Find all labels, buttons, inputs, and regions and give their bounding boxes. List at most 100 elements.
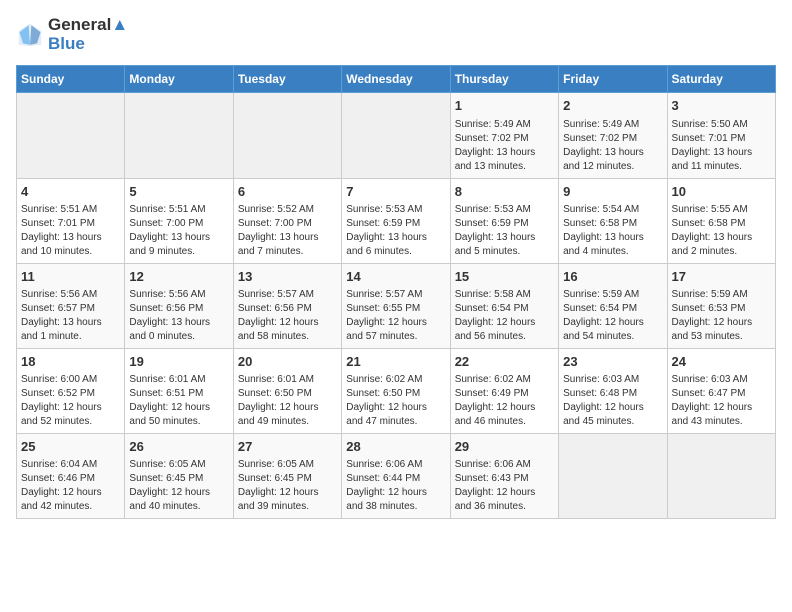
calendar-cell: 9 Sunrise: 5:54 AM Sunset: 6:58 PM Daylig… (559, 178, 667, 263)
day-number: 3 (672, 97, 771, 115)
day-number: 28 (346, 438, 445, 456)
day-number: 8 (455, 183, 554, 201)
day-number: 21 (346, 353, 445, 371)
calendar-cell: 19Sunrise: 6:01 AM Sunset: 6:51 PM Dayli… (125, 348, 233, 433)
calendar-cell: 22Sunrise: 6:02 AM Sunset: 6:49 PM Dayli… (450, 348, 558, 433)
day-info: Sunrise: 6:01 AM Sunset: 6:50 PM Dayligh… (238, 373, 337, 429)
calendar-cell (233, 93, 341, 178)
calendar-cell (125, 93, 233, 178)
calendar-cell: 8 Sunrise: 5:53 AM Sunset: 6:59 PM Daylig… (450, 178, 558, 263)
day-number: 10 (672, 183, 771, 201)
calendar-week-row: 25 Sunrise: 6:04 AM Sunset: 6:46 PM Dayli… (17, 434, 776, 519)
day-info: Sunrise: 5:52 AM Sunset: 7:00 PM Dayligh… (238, 203, 337, 259)
calendar-cell: 14Sunrise: 5:57 AM Sunset: 6:55 PM Dayli… (342, 263, 450, 348)
day-info: Sunrise: 5:53 AM Sunset: 6:59 PM Dayligh… (455, 203, 554, 259)
calendar-cell: 20 Sunrise: 6:01 AM Sunset: 6:50 PM Dayli… (233, 348, 341, 433)
day-info: Sunrise: 5:51 AM Sunset: 7:01 PM Dayligh… (21, 203, 120, 259)
calendar-cell: 1 Sunrise: 5:49 AM Sunset: 7:02 PM Daylig… (450, 93, 558, 178)
calendar-week-row: 4 Sunrise: 5:51 AM Sunset: 7:01 PM Daylig… (17, 178, 776, 263)
day-number: 20 (238, 353, 337, 371)
day-info: Sunrise: 6:06 AM Sunset: 6:44 PM Dayligh… (346, 458, 445, 514)
calendar-cell: 4 Sunrise: 5:51 AM Sunset: 7:01 PM Daylig… (17, 178, 125, 263)
calendar-cell: 5 Sunrise: 5:51 AM Sunset: 7:00 PM Daylig… (125, 178, 233, 263)
day-info: Sunrise: 5:57 AM Sunset: 6:55 PM Dayligh… (346, 288, 445, 344)
calendar-cell: 23 Sunrise: 6:03 AM Sunset: 6:48 PM Dayli… (559, 348, 667, 433)
calendar-header-row: SundayMondayTuesdayWednesdayThursdayFrid… (17, 66, 776, 93)
day-info: Sunrise: 5:58 AM Sunset: 6:54 PM Dayligh… (455, 288, 554, 344)
calendar-week-row: 18 Sunrise: 6:00 AM Sunset: 6:52 PM Dayli… (17, 348, 776, 433)
calendar-cell: 27Sunrise: 6:05 AM Sunset: 6:45 PM Dayli… (233, 434, 341, 519)
col-header-tuesday: Tuesday (233, 66, 341, 93)
calendar-cell: 7 Sunrise: 5:53 AM Sunset: 6:59 PM Daylig… (342, 178, 450, 263)
day-info: Sunrise: 5:50 AM Sunset: 7:01 PM Dayligh… (672, 118, 771, 174)
day-info: Sunrise: 5:59 AM Sunset: 6:54 PM Dayligh… (563, 288, 662, 344)
day-info: Sunrise: 5:49 AM Sunset: 7:02 PM Dayligh… (455, 118, 554, 174)
day-info: Sunrise: 5:57 AM Sunset: 6:56 PM Dayligh… (238, 288, 337, 344)
calendar-week-row: 1 Sunrise: 5:49 AM Sunset: 7:02 PM Daylig… (17, 93, 776, 178)
day-info: Sunrise: 5:53 AM Sunset: 6:59 PM Dayligh… (346, 203, 445, 259)
day-info: Sunrise: 6:05 AM Sunset: 6:45 PM Dayligh… (238, 458, 337, 514)
day-number: 12 (129, 268, 228, 286)
day-number: 25 (21, 438, 120, 456)
day-info: Sunrise: 6:02 AM Sunset: 6:50 PM Dayligh… (346, 373, 445, 429)
col-header-thursday: Thursday (450, 66, 558, 93)
day-number: 17 (672, 268, 771, 286)
day-number: 9 (563, 183, 662, 201)
calendar-table: SundayMondayTuesdayWednesdayThursdayFrid… (16, 65, 776, 519)
calendar-cell: 16 Sunrise: 5:59 AM Sunset: 6:54 PM Dayli… (559, 263, 667, 348)
page-header: General▲ Blue (16, 16, 776, 53)
day-number: 19 (129, 353, 228, 371)
col-header-friday: Friday (559, 66, 667, 93)
calendar-cell: 24 Sunrise: 6:03 AM Sunset: 6:47 PM Dayli… (667, 348, 775, 433)
day-info: Sunrise: 5:51 AM Sunset: 7:00 PM Dayligh… (129, 203, 228, 259)
day-number: 4 (21, 183, 120, 201)
calendar-cell: 29Sunrise: 6:06 AM Sunset: 6:43 PM Dayli… (450, 434, 558, 519)
day-number: 18 (21, 353, 120, 371)
calendar-cell: 2Sunrise: 5:49 AM Sunset: 7:02 PM Daylig… (559, 93, 667, 178)
day-info: Sunrise: 5:56 AM Sunset: 6:56 PM Dayligh… (129, 288, 228, 344)
calendar-cell: 10 Sunrise: 5:55 AM Sunset: 6:58 PM Dayli… (667, 178, 775, 263)
calendar-cell: 15Sunrise: 5:58 AM Sunset: 6:54 PM Dayli… (450, 263, 558, 348)
calendar-cell: 6 Sunrise: 5:52 AM Sunset: 7:00 PM Daylig… (233, 178, 341, 263)
calendar-cell (342, 93, 450, 178)
logo-icon (16, 21, 44, 49)
calendar-cell (559, 434, 667, 519)
col-header-monday: Monday (125, 66, 233, 93)
col-header-sunday: Sunday (17, 66, 125, 93)
day-info: Sunrise: 6:05 AM Sunset: 6:45 PM Dayligh… (129, 458, 228, 514)
calendar-cell: 26 Sunrise: 6:05 AM Sunset: 6:45 PM Dayli… (125, 434, 233, 519)
day-number: 5 (129, 183, 228, 201)
day-info: Sunrise: 6:00 AM Sunset: 6:52 PM Dayligh… (21, 373, 120, 429)
calendar-cell: 17 Sunrise: 5:59 AM Sunset: 6:53 PM Dayli… (667, 263, 775, 348)
calendar-cell (17, 93, 125, 178)
day-number: 13 (238, 268, 337, 286)
day-info: Sunrise: 6:02 AM Sunset: 6:49 PM Dayligh… (455, 373, 554, 429)
day-number: 16 (563, 268, 662, 286)
day-number: 29 (455, 438, 554, 456)
day-number: 11 (21, 268, 120, 286)
day-info: Sunrise: 5:55 AM Sunset: 6:58 PM Dayligh… (672, 203, 771, 259)
day-number: 7 (346, 183, 445, 201)
day-info: Sunrise: 5:54 AM Sunset: 6:58 PM Dayligh… (563, 203, 662, 259)
day-info: Sunrise: 6:03 AM Sunset: 6:47 PM Dayligh… (672, 373, 771, 429)
calendar-cell: 21 Sunrise: 6:02 AM Sunset: 6:50 PM Dayli… (342, 348, 450, 433)
day-number: 1 (455, 97, 554, 115)
day-info: Sunrise: 6:03 AM Sunset: 6:48 PM Dayligh… (563, 373, 662, 429)
calendar-cell: 3 Sunrise: 5:50 AM Sunset: 7:01 PM Daylig… (667, 93, 775, 178)
calendar-cell: 25 Sunrise: 6:04 AM Sunset: 6:46 PM Dayli… (17, 434, 125, 519)
day-number: 6 (238, 183, 337, 201)
calendar-cell (667, 434, 775, 519)
day-info: Sunrise: 6:04 AM Sunset: 6:46 PM Dayligh… (21, 458, 120, 514)
calendar-cell: 12 Sunrise: 5:56 AM Sunset: 6:56 PM Dayli… (125, 263, 233, 348)
calendar-cell: 28 Sunrise: 6:06 AM Sunset: 6:44 PM Dayli… (342, 434, 450, 519)
day-number: 23 (563, 353, 662, 371)
calendar-cell: 18 Sunrise: 6:00 AM Sunset: 6:52 PM Dayli… (17, 348, 125, 433)
logo: General▲ Blue (16, 16, 128, 53)
day-number: 26 (129, 438, 228, 456)
day-info: Sunrise: 5:56 AM Sunset: 6:57 PM Dayligh… (21, 288, 120, 344)
calendar-week-row: 11 Sunrise: 5:56 AM Sunset: 6:57 PM Dayli… (17, 263, 776, 348)
calendar-cell: 11 Sunrise: 5:56 AM Sunset: 6:57 PM Dayli… (17, 263, 125, 348)
day-number: 24 (672, 353, 771, 371)
day-info: Sunrise: 5:59 AM Sunset: 6:53 PM Dayligh… (672, 288, 771, 344)
logo-text: General▲ Blue (48, 16, 128, 53)
